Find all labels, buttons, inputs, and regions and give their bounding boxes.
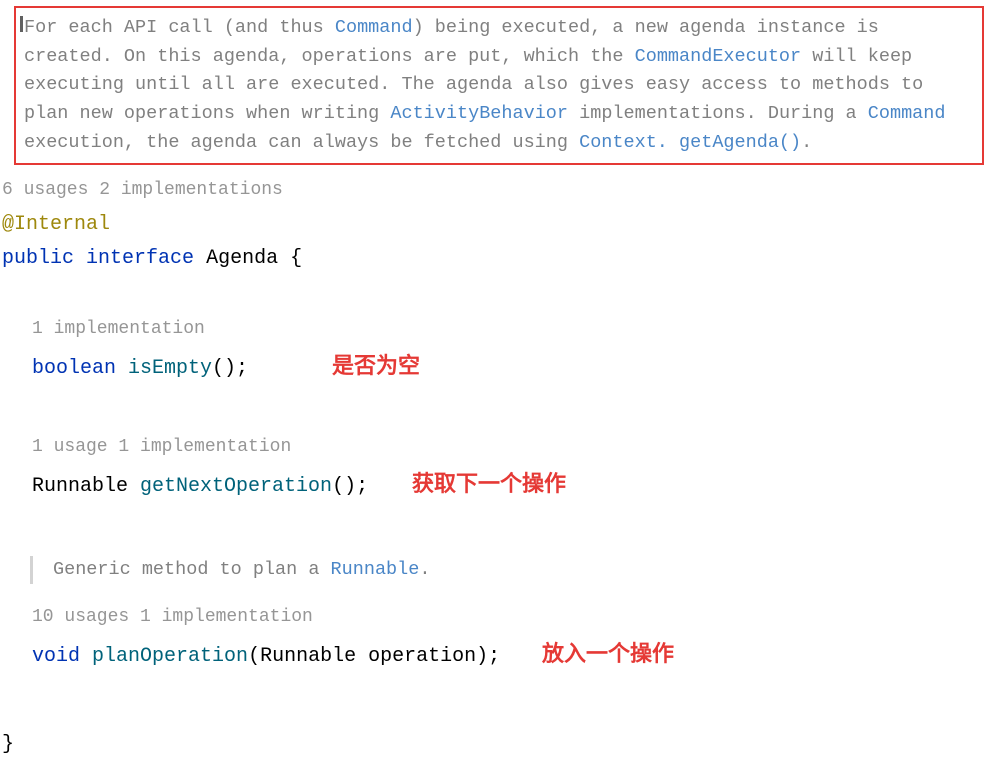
inner-doc-text: Generic method to plan a [53, 559, 331, 580]
method-name-getnextoperation[interactable]: getNextOperation [140, 475, 332, 498]
javadoc-link-command2[interactable]: Command [868, 103, 946, 124]
return-type-void: void [32, 645, 80, 668]
method-planoperation-usages-hint[interactable]: 10 usages 1 implementation [32, 604, 986, 631]
method-params: (Runnable operation); [248, 645, 500, 668]
javadoc-link-activitybehavior[interactable]: ActivityBehavior [390, 103, 568, 124]
close-brace: } [2, 733, 14, 756]
javadoc-link-runnable[interactable]: Runnable [331, 559, 420, 580]
javadoc-link-commandexecutor[interactable]: CommandExecutor [635, 46, 802, 67]
method-parens: (); [332, 475, 368, 498]
annotation-getnextoperation-comment: 获取下一个操作 [412, 467, 566, 500]
method-getnextoperation-signature: Runnable getNextOperation(); [32, 472, 382, 502]
javadoc-link-command[interactable]: Command [335, 17, 413, 38]
return-type-boolean: boolean [32, 357, 116, 380]
method-planoperation-signature: void planOperation(Runnable operation); [32, 642, 502, 672]
open-brace: { [290, 247, 302, 270]
annotation-internal[interactable]: @Internal [2, 213, 110, 236]
javadoc-comment-box: For each API call (and thus Command) bei… [14, 6, 984, 165]
class-usages-hint[interactable]: 6 usages 2 implementations [2, 177, 986, 204]
javadoc-text: implementations. During a [568, 103, 868, 124]
annotation-planoperation-comment: 放入一个操作 [542, 637, 674, 670]
method-parens: (); [212, 357, 248, 380]
method-getnextoperation-usages-hint[interactable]: 1 usage 1 implementation [32, 434, 986, 461]
javadoc-text: execution, the agenda can always be fetc… [24, 132, 579, 153]
method-name-planoperation[interactable]: planOperation [92, 645, 248, 668]
method-isempty-usages-hint[interactable]: 1 implementation [32, 316, 986, 343]
class-name-agenda[interactable]: Agenda [206, 247, 278, 270]
return-type-runnable[interactable]: Runnable [32, 475, 128, 498]
method-isempty-signature: boolean isEmpty(); [32, 354, 312, 384]
method-planoperation-javadoc: Generic method to plan a Runnable. [30, 556, 986, 584]
keyword-interface: interface [86, 247, 194, 270]
keyword-public: public [2, 247, 74, 270]
class-declaration-line: public interface Agenda { [2, 244, 986, 274]
inner-doc-text: . [419, 559, 430, 580]
annotation-isempty-comment: 是否为空 [332, 349, 420, 382]
javadoc-link-context-getagenda[interactable]: Context. getAgenda() [579, 132, 801, 153]
method-name-isempty[interactable]: isEmpty [128, 357, 212, 380]
close-brace-line: } [2, 730, 986, 760]
annotation-line: @Internal [2, 210, 986, 240]
javadoc-text: . [801, 132, 812, 153]
javadoc-text: For each API call (and thus [24, 17, 335, 38]
